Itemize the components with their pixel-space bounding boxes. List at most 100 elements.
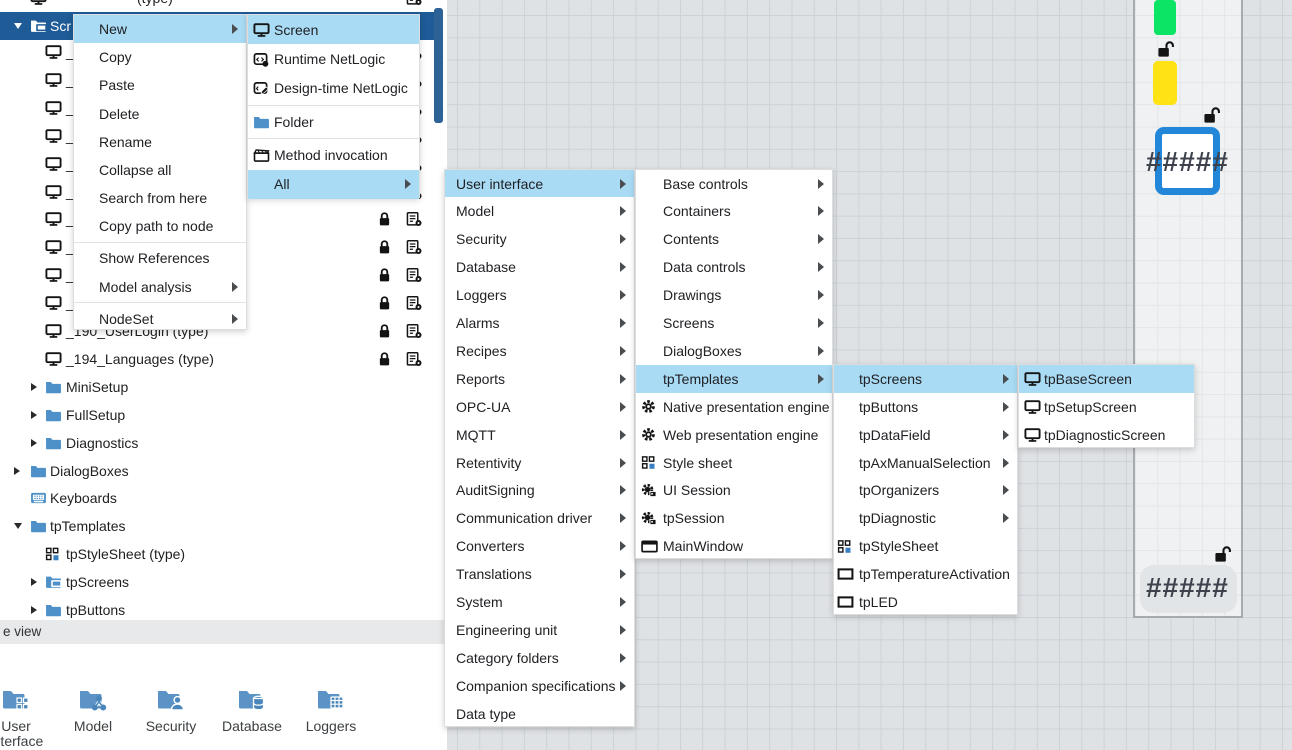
menu-item-opc-ua[interactable]: OPC-UA [445, 393, 634, 421]
menu-item-drawings[interactable]: Drawings [636, 281, 832, 309]
menu-item-engineering-unit[interactable]: Engineering unit [445, 616, 634, 644]
menu-item-category-folders[interactable]: Category folders [445, 644, 634, 672]
submenu-arrow-icon [232, 282, 238, 292]
tree-scrollbar[interactable] [434, 8, 443, 123]
menu-item-data-type[interactable]: Data type [445, 700, 634, 728]
menu-item-show-references[interactable]: Show References [74, 244, 246, 272]
tree-row-keyboards[interactable]: Keyboards [0, 484, 434, 512]
node-settings-icon[interactable] [406, 296, 422, 311]
node-settings-icon[interactable] [406, 324, 422, 339]
tree-row-label: tpButtons [66, 602, 125, 618]
tree-row-tpscreens[interactable]: tpScreens [0, 568, 434, 596]
expand-arrow-icon[interactable] [31, 411, 37, 419]
tree-row-diagnostics[interactable]: Diagnostics [0, 429, 434, 457]
menu-item-rename[interactable]: Rename [74, 128, 246, 156]
menu-item-native-presentation-engine[interactable]: Native presentation engine [636, 393, 832, 421]
menu-item-translations[interactable]: Translations [445, 560, 634, 588]
tree-row-tpstylesheet-type[interactable]: tpStyleSheet (type) [0, 540, 434, 568]
expand-arrow-icon[interactable] [31, 439, 37, 447]
dock-item-security[interactable]: Security [141, 688, 201, 734]
menu-item-all[interactable]: All [248, 170, 419, 199]
menu-item-tpbuttons[interactable]: tpButtons [834, 393, 1017, 421]
menu-item-tpled[interactable]: tpLED [834, 588, 1017, 616]
menu-item-tporganizers[interactable]: tpOrganizers [834, 476, 1017, 504]
dock-item-model[interactable]: Model [63, 688, 123, 734]
menu-item-tpstylesheet[interactable]: tpStyleSheet [834, 532, 1017, 560]
collapse-arrow-icon[interactable] [14, 23, 22, 29]
menu-item-user-interface[interactable]: User interface [445, 170, 634, 198]
menu-item-system[interactable]: System [445, 588, 634, 616]
menu-item-tptemperatureactivation[interactable]: tpTemperatureActivation [834, 560, 1017, 588]
expand-arrow-icon[interactable] [14, 467, 20, 475]
node-settings-icon[interactable] [406, 351, 422, 366]
tree-row-tptemplates[interactable]: tpTemplates [0, 512, 434, 540]
menu-item-nodeset[interactable]: NodeSet [74, 305, 246, 333]
dock-item-database[interactable]: Database [222, 688, 282, 734]
node-settings-icon[interactable] [406, 240, 422, 255]
node-settings-icon[interactable] [406, 0, 422, 6]
green-led-widget[interactable] [1154, 0, 1176, 35]
menu-item-mainwindow[interactable]: MainWindow [636, 532, 832, 560]
expand-arrow-icon[interactable] [31, 606, 37, 614]
menu-item-tptemplates[interactable]: tpTemplates [636, 365, 832, 393]
menu-item-base-controls[interactable]: Base controls [636, 170, 832, 198]
menu-item-copy[interactable]: Copy [74, 43, 246, 71]
menu-item-model-analysis[interactable]: Model analysis [74, 273, 246, 301]
menu-item-search-from-here[interactable]: Search from here [74, 184, 246, 212]
tree-row-minisetup[interactable]: MiniSetup [0, 373, 434, 401]
menu-item-contents[interactable]: Contents [636, 225, 832, 253]
menu-item-style-sheet[interactable]: Style sheet [636, 449, 832, 477]
submenu-arrow-icon [620, 541, 626, 551]
menu-item-security[interactable]: Security [445, 225, 634, 253]
tree-row-type[interactable]: (type) [0, 0, 434, 12]
menu-item-tpaxmanualselection[interactable]: tpAxManualSelection [834, 449, 1017, 477]
menu-item-web-presentation-engine[interactable]: Web presentation engine [636, 421, 832, 449]
menu-item-design-time-netlogic[interactable]: Design-time NetLogic [248, 74, 419, 103]
menu-item-converters[interactable]: Converters [445, 532, 634, 560]
menu-item-ui-session[interactable]: UI Session [636, 476, 832, 504]
menu-item-model[interactable]: Model [445, 197, 634, 225]
menu-item-screens[interactable]: Screens [636, 309, 832, 337]
expand-arrow-icon[interactable] [31, 578, 37, 586]
expand-arrow-icon[interactable] [31, 383, 37, 391]
menu-item-auditsigning[interactable]: AuditSigning [445, 476, 634, 504]
node-settings-icon[interactable] [406, 212, 422, 227]
menu-item-tpsetupscreen[interactable]: tpSetupScreen [1019, 393, 1194, 421]
dock-item-user-interface[interactable]: User Interface [0, 688, 46, 749]
menu-item-retentivity[interactable]: Retentivity [445, 449, 634, 477]
menu-item-companion-specifications[interactable]: Companion specifications [445, 672, 634, 700]
menu-item-tpscreens[interactable]: tpScreens [834, 365, 1017, 393]
menu-item-data-controls[interactable]: Data controls [636, 253, 832, 281]
menu-item-folder[interactable]: Folder [248, 107, 419, 136]
menu-item-tpbasescreen[interactable]: tpBaseScreen [1019, 365, 1194, 393]
menu-item-copy-path-to-node[interactable]: Copy path to node [74, 212, 246, 240]
menu-item-delete[interactable]: Delete [74, 100, 246, 128]
menu-item-collapse-all[interactable]: Collapse all [74, 156, 246, 184]
screen-template-page[interactable] [1133, 0, 1243, 618]
tree-row-194-languages-type[interactable]: _194_Languages (type) [0, 345, 434, 373]
tree-row-fullsetup[interactable]: FullSetup [0, 401, 434, 429]
menu-item-loggers[interactable]: Loggers [445, 281, 634, 309]
menu-item-runtime-netlogic[interactable]: Runtime NetLogic [248, 44, 419, 73]
menu-item-recipes[interactable]: Recipes [445, 337, 634, 365]
menu-item-mqtt[interactable]: MQTT [445, 421, 634, 449]
menu-item-tpsession[interactable]: tpSession [636, 504, 832, 532]
menu-item-reports[interactable]: Reports [445, 365, 634, 393]
menu-item-containers[interactable]: Containers [636, 197, 832, 225]
menu-item-method-invocation[interactable]: Method invocation [248, 140, 419, 169]
node-settings-icon[interactable] [406, 268, 422, 283]
menu-item-new[interactable]: New [74, 15, 246, 43]
collapse-arrow-icon[interactable] [14, 523, 22, 529]
yellow-led-widget[interactable] [1153, 61, 1177, 105]
menu-item-paste[interactable]: Paste [74, 71, 246, 99]
menu-item-communication-driver[interactable]: Communication driver [445, 504, 634, 532]
menu-item-tpdiagnostic[interactable]: tpDiagnostic [834, 504, 1017, 532]
menu-item-tpdatafield[interactable]: tpDataField [834, 421, 1017, 449]
dock-item-loggers[interactable]: Loggers [301, 688, 361, 734]
menu-item-tpdiagnosticscreen[interactable]: tpDiagnosticScreen [1019, 421, 1194, 449]
menu-item-dialogboxes[interactable]: DialogBoxes [636, 337, 832, 365]
menu-item-screen[interactable]: Screen [248, 15, 419, 44]
tree-row-dialogboxes[interactable]: DialogBoxes [0, 457, 434, 485]
menu-item-database[interactable]: Database [445, 253, 634, 281]
menu-item-alarms[interactable]: Alarms [445, 309, 634, 337]
